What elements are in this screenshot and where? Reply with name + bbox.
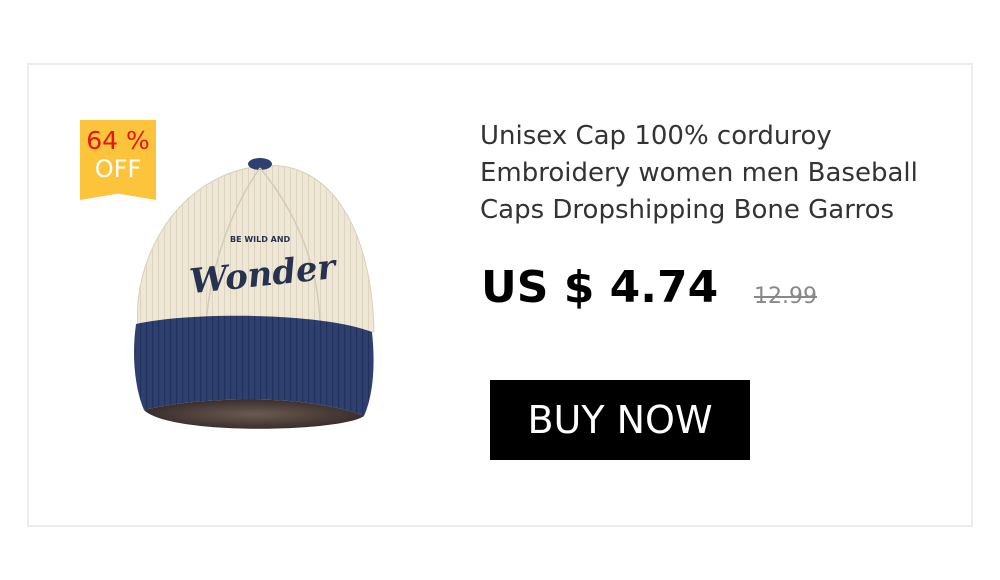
current-price: US $ 4.74	[481, 262, 719, 313]
discount-percent: 64 %	[86, 126, 150, 155]
product-title[interactable]: Unisex Cap 100% corduroy Embroidery wome…	[480, 118, 950, 229]
original-price: 12.99	[754, 284, 817, 309]
discount-off-label: OFF	[94, 155, 142, 183]
buy-now-button[interactable]: BUY NOW	[490, 380, 750, 460]
cap-embroidery-small: BE WILD AND	[230, 235, 291, 244]
discount-badge: 64 % OFF	[80, 120, 156, 200]
